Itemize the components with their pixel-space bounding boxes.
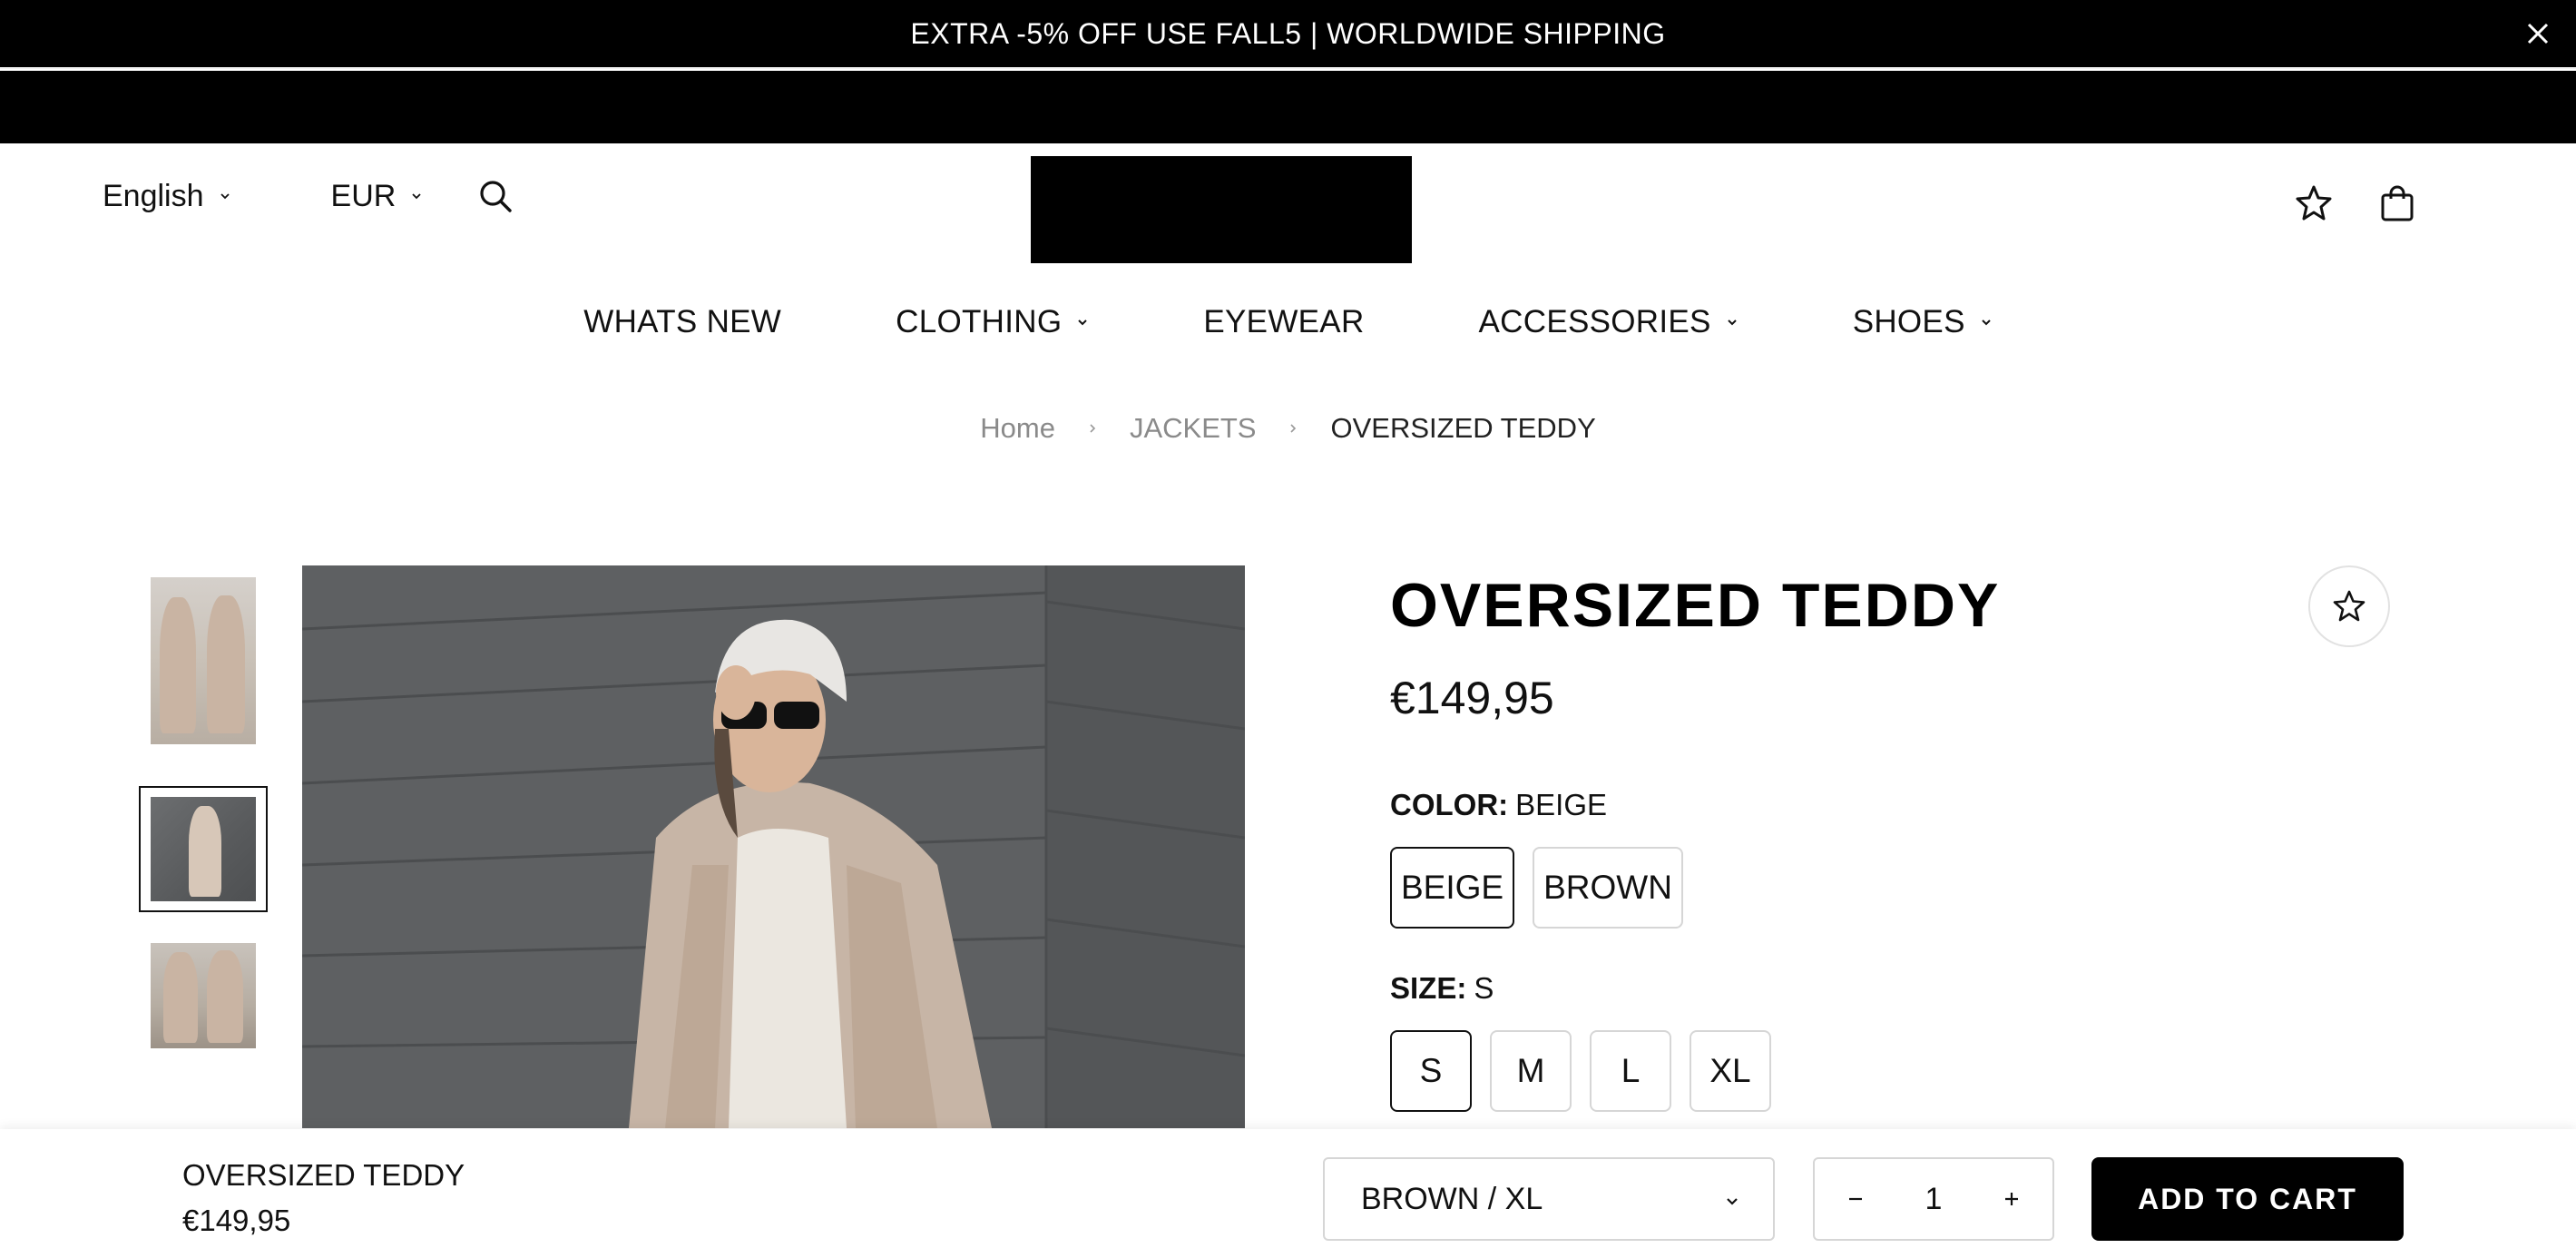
chevron-right-icon <box>1090 424 1096 433</box>
chevron-down-icon <box>220 193 230 200</box>
shopping-bag-icon[interactable] <box>2377 183 2417 223</box>
product-main-image[interactable] <box>302 565 1245 1128</box>
chevron-down-icon <box>1078 319 1088 326</box>
product-photo <box>302 565 1245 1128</box>
quantity-stepper: 1 <box>1813 1157 2054 1241</box>
header-right <box>2294 183 2417 223</box>
nav-item-label: ACCESSORIES <box>1478 304 1711 339</box>
nav-item-label: SHOES <box>1852 304 1965 339</box>
add-to-cart-button[interactable]: ADD TO CART <box>2091 1157 2404 1241</box>
secondary-bar <box>0 71 2576 143</box>
size-label: SIZE: <box>1390 971 1467 1005</box>
star-icon <box>2333 590 2365 622</box>
quantity-value[interactable]: 1 <box>1925 1182 1943 1217</box>
size-option-l[interactable]: L <box>1590 1030 1671 1112</box>
breadcrumb-current: OVERSIZED TEDDY <box>1330 412 1596 444</box>
currency-label: EUR <box>330 178 397 213</box>
plus-icon[interactable] <box>1998 1185 2025 1213</box>
language-selector[interactable]: English <box>103 179 231 214</box>
color-option-brown[interactable]: BROWN <box>1533 847 1683 929</box>
minus-icon[interactable] <box>1842 1185 1869 1213</box>
breadcrumb-jackets[interactable]: JACKETS <box>1130 412 1257 445</box>
color-selected-value: BEIGE <box>1515 788 1608 821</box>
chevron-down-icon <box>1727 319 1737 326</box>
variant-select[interactable]: BROWN / XL <box>1323 1157 1775 1241</box>
color-option-label: COLOR: BEIGE <box>1390 788 1607 822</box>
nav-item-shoes[interactable]: SHOES <box>1853 304 1993 340</box>
sticky-product-name: OVERSIZED TEDDY <box>182 1158 465 1192</box>
color-option-beige[interactable]: BEIGE <box>1390 847 1515 929</box>
main-navigation: WHATS NEW CLOTHING EYEWEAR ACCESSORIES S… <box>0 300 2576 345</box>
color-options: BEIGE BROWN <box>1390 847 1701 929</box>
breadcrumb: Home JACKETS OVERSIZED TEDDY <box>0 412 2576 445</box>
language-label: English <box>103 178 204 213</box>
color-label: COLOR: <box>1390 788 1509 821</box>
thumbnail-image <box>151 797 256 901</box>
breadcrumb-home[interactable]: Home <box>980 412 1055 445</box>
size-options: S M L XL <box>1390 1030 1789 1112</box>
sticky-product-price: €149,95 <box>182 1204 291 1237</box>
chevron-right-icon <box>1290 424 1297 433</box>
search-icon[interactable] <box>477 178 514 214</box>
thumbnail-image <box>151 943 256 1048</box>
chevron-down-icon <box>1982 319 1991 326</box>
nav-item-eyewear[interactable]: EYEWEAR <box>1203 304 1364 340</box>
close-icon[interactable] <box>2522 17 2554 50</box>
nav-item-label: CLOTHING <box>896 304 1063 339</box>
nav-item-accessories[interactable]: ACCESSORIES <box>1479 304 1739 340</box>
nav-item-clothing[interactable]: CLOTHING <box>896 304 1089 340</box>
thumbnail-image <box>151 577 256 744</box>
product-title: OVERSIZED TEDDY <box>1390 571 2001 640</box>
nav-item-label: EYEWEAR <box>1203 304 1365 339</box>
wishlist-button[interactable] <box>2308 565 2390 647</box>
size-option-label: SIZE: S <box>1390 971 1494 1006</box>
chevron-down-icon <box>412 193 421 200</box>
size-option-s[interactable]: S <box>1390 1030 1472 1112</box>
size-option-xl[interactable]: XL <box>1690 1030 1771 1112</box>
product-price: €149,95 <box>1390 673 1554 723</box>
sticky-cart-bar: OVERSIZED TEDDY €149,95 BROWN / XL 1 ADD… <box>0 1129 2576 1258</box>
announcement-text: EXTRA -5% OFF USE FALL5 | WORLDWIDE SHIP… <box>910 17 1666 50</box>
variant-selected-value: BROWN / XL <box>1361 1181 1543 1216</box>
chevron-down-icon <box>1727 1198 1738 1205</box>
thumbnail-3[interactable] <box>139 938 268 1048</box>
size-selected-value: S <box>1474 971 1494 1005</box>
currency-selector[interactable]: EUR <box>331 179 424 214</box>
announcement-bar: EXTRA -5% OFF USE FALL5 | WORLDWIDE SHIP… <box>0 0 2576 69</box>
thumbnail-2[interactable] <box>139 786 268 912</box>
nav-item-whats-new[interactable]: WHATS NEW <box>583 304 781 340</box>
nav-item-label: WHATS NEW <box>583 304 782 339</box>
thumbnail-1[interactable] <box>139 572 268 749</box>
star-icon[interactable] <box>2294 183 2334 223</box>
store-logo[interactable] <box>1031 156 1412 263</box>
size-option-m[interactable]: M <box>1490 1030 1572 1112</box>
header-left: English EUR <box>103 178 514 214</box>
